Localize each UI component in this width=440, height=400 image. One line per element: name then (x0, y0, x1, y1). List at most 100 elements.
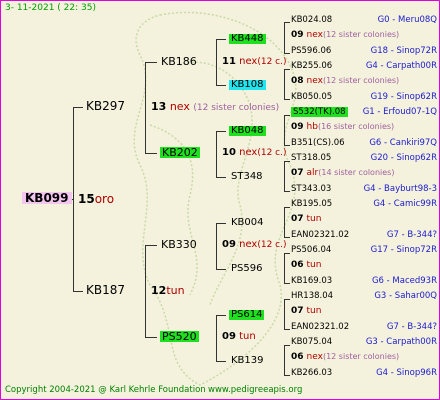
gen4-sire-row: PS506.04 G17 - Sinop72R (291, 246, 437, 255)
gen4-colonies: tun (306, 306, 322, 316)
gen2-colony-info: 11 nex(12 c.) (222, 57, 287, 67)
gen4-dam-origin: G7 - B-344? (386, 230, 437, 240)
root-num: 15 (78, 192, 95, 206)
gen1-colonies: nex (169, 100, 190, 113)
gen4-colonies: tun (306, 260, 322, 270)
gen4-note: (12 sister colonies) (322, 30, 400, 39)
gen4-sire-id[interactable]: S532(TK).08 (291, 107, 348, 117)
gen3-queen[interactable]: PS596 (231, 264, 262, 274)
gen2-colonies: nex (239, 56, 258, 67)
gen1-note: (12 sister colonies) (193, 103, 280, 113)
gen2-colonies: nex (239, 147, 258, 158)
gen4-dam-id[interactable]: KB169.03 (291, 276, 332, 286)
gen3-queen[interactable]: KB108 (229, 80, 266, 90)
gen3-queen[interactable]: KB139 (231, 356, 264, 366)
gen4-num: 07 (291, 168, 304, 178)
gen1-colony-info: 12tun (151, 285, 185, 296)
gen4-dam-id[interactable]: EAN02321.02 (291, 230, 349, 240)
gen4-sire-origin: G3 - Sahar00Q (374, 291, 437, 301)
gen4-dam-origin: G18 - Sinop72R (370, 46, 437, 56)
timestamp: 3- 11-2021 ( 22: 35) (5, 3, 96, 13)
gen4-colony-row: 06 tun (291, 261, 321, 270)
gen4-num: 06 (291, 260, 304, 270)
gen4-num: 07 (291, 214, 304, 224)
gen4-sire-origin: G17 - Sinop72R (370, 245, 437, 255)
gen3-queen[interactable]: KB004 (231, 218, 264, 228)
gen4-dam-id[interactable]: KB050.05 (291, 92, 332, 102)
gen2-num: 11 (222, 56, 236, 67)
gen4-dam-row: KB169.03 G6 - Maced93R (291, 277, 437, 286)
gen2-queen[interactable]: KB202 (160, 147, 200, 158)
gen3-queen[interactable]: KB048 (229, 126, 266, 136)
gen4-sire-origin: G3 - Carpath00R (365, 337, 437, 347)
gen4-dam-id[interactable]: B351(CS).06 (291, 138, 345, 148)
gen4-colony-row: 07 tun (291, 215, 321, 224)
gen2-note: (12 c.) (257, 148, 287, 158)
gen3-queen[interactable]: KB448 (229, 34, 266, 44)
gen4-dam-origin: G7 - B-344? (386, 322, 437, 332)
gen2-queen[interactable]: PS520 (160, 331, 199, 342)
gen4-note: (12 sister colonies) (322, 352, 400, 361)
gen4-dam-origin: G19 - Sinop62R (370, 92, 437, 102)
gen4-num: 09 (291, 122, 304, 132)
gen3-queen[interactable]: ST348 (231, 172, 263, 182)
gen4-sire-id[interactable]: KB075.04 (291, 337, 332, 347)
gen4-sire-row: KB075.04 G3 - Carpath00R (291, 338, 437, 347)
gen2-queen[interactable]: KB330 (161, 239, 197, 250)
gen4-sire-id[interactable]: PS506.04 (291, 245, 331, 255)
gen4-sire-id[interactable]: HR138.04 (291, 291, 333, 301)
gen4-colony-row: 07 tun (291, 307, 321, 316)
root-colony-count: 15oro (78, 193, 114, 205)
gen4-note: (12 sister colonies) (322, 76, 400, 85)
gen2-colony-info: 09 nex(12 c.) (222, 240, 287, 250)
gen1-colony-info: 13 nex (12 sister colonies) (151, 101, 279, 113)
gen1-colonies: tun (166, 284, 185, 297)
gen4-dam-id[interactable]: KB266.03 (291, 368, 332, 378)
gen4-num: 09 (291, 30, 304, 40)
gen4-sire-row: S532(TK).08 G1 - Erfoud07-1Q (291, 107, 437, 117)
gen1-queen[interactable]: KB187 (86, 284, 125, 296)
gen4-dam-id[interactable]: ST343.03 (291, 184, 331, 194)
gen4-dam-row: EAN02321.02 G7 - B-344? (291, 323, 437, 332)
gen2-note: (12 c.) (257, 240, 287, 250)
gen4-sire-id[interactable]: KB255.06 (291, 61, 332, 71)
gen4-num: 08 (291, 76, 304, 86)
gen2-queen[interactable]: KB186 (161, 56, 197, 67)
gen3-queen[interactable]: PS614 (229, 310, 265, 320)
gen1-num: 12 (151, 284, 167, 297)
root-colonies: oro (94, 192, 115, 206)
gen4-dam-id[interactable]: EAN02321.02 (291, 322, 349, 332)
gen4-colonies: nex (306, 30, 323, 40)
gen4-sire-id[interactable]: KB195.05 (291, 199, 332, 209)
gen2-colony-info: 09 tun (222, 332, 256, 342)
gen4-dam-origin: G6 - Cankiri97Q (369, 138, 437, 148)
gen1-num: 13 (151, 100, 167, 113)
gen2-num: 09 (222, 331, 236, 342)
gen4-colonies: hb (306, 122, 318, 132)
gen4-sire-id[interactable]: ST318.05 (291, 153, 331, 163)
gen4-dam-origin: G4 - Sinop96R (376, 368, 437, 378)
gen4-sire-origin: G4 - Camic99R (373, 199, 437, 209)
gen4-num: 07 (291, 306, 304, 316)
root-queen[interactable]: KB099 (22, 192, 72, 204)
gen4-sire-row: ST318.05 G20 - Sinop62R (291, 154, 437, 163)
gen4-dam-row: ST343.03 G4 - Bayburt98-3 (291, 185, 437, 194)
gen2-num: 10 (222, 147, 236, 158)
gen4-colonies: nex (306, 76, 323, 86)
gen4-dam-row: EAN02321.02 G7 - B-344? (291, 231, 437, 240)
gen4-colonies: alr (306, 168, 319, 178)
gen4-dam-id[interactable]: PS596.06 (291, 46, 331, 56)
gen4-colonies: tun (306, 214, 322, 224)
gen4-dam-row: KB050.05 G19 - Sinop62R (291, 93, 437, 102)
gen4-colony-row: 07 alr(14 sister colonies) (291, 169, 394, 178)
gen4-colony-row: 06 nex(12 sister colonies) (291, 353, 399, 362)
website-link[interactable]: www.pedigreeapis.org (208, 386, 302, 395)
gen4-dam-row: PS596.06 G18 - Sinop72R (291, 47, 437, 56)
gen4-sire-row: HR138.04 G3 - Sahar00Q (291, 292, 437, 301)
gen4-colony-row: 09 nex(12 sister colonies) (291, 31, 399, 40)
gen4-sire-id[interactable]: KB024.08 (291, 15, 332, 25)
gen1-queen[interactable]: KB297 (86, 100, 125, 112)
gen4-colony-row: 08 nex(12 sister colonies) (291, 77, 399, 86)
gen4-colonies: nex (306, 352, 323, 362)
gen4-note: (14 sister colonies) (318, 168, 395, 177)
